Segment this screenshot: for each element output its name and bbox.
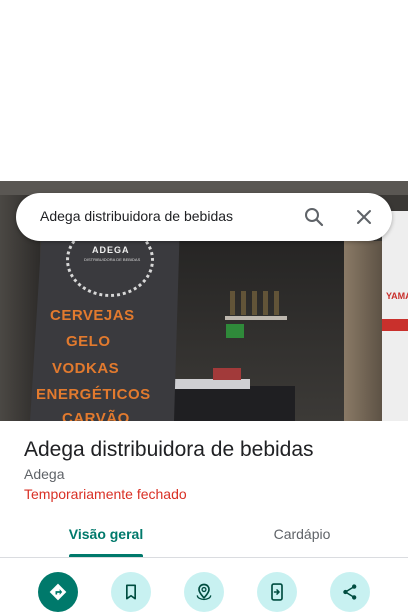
- photo-right-sign-band: [382, 319, 408, 331]
- banner-subtitle: DISTRIBUIDORA DE BEBIDAS: [84, 257, 141, 262]
- banner-line: CARVÃO: [62, 410, 130, 421]
- banner-line: GELO: [66, 333, 111, 350]
- search-icon[interactable]: [302, 205, 326, 229]
- close-icon[interactable]: [352, 205, 376, 229]
- photo-green-sign: [226, 324, 244, 338]
- banner-brand: ADEGA: [92, 245, 130, 255]
- banner-line: ENERGÉTICOS: [36, 386, 151, 403]
- nearby-icon: [196, 583, 212, 601]
- banner-line: VODKAS: [52, 360, 120, 377]
- photo-shelf: [225, 316, 287, 320]
- search-input[interactable]: Adega distribuidora de bebidas: [40, 208, 233, 224]
- photo-right-sign-text: YAMA: [386, 291, 408, 301]
- photo-red-box: [213, 368, 241, 380]
- nearby-button[interactable]: [184, 572, 224, 612]
- directions-icon: [49, 583, 67, 601]
- place-title: Adega distribuidora de bebidas: [24, 438, 314, 461]
- directions-button[interactable]: [38, 572, 78, 612]
- banner-line: CERVEJAS: [50, 307, 135, 324]
- bookmark-icon: [126, 584, 136, 600]
- photo-counter-top: [170, 379, 250, 389]
- top-blank-area: [0, 0, 408, 181]
- photo-right-sign: [382, 211, 408, 421]
- tab-overview[interactable]: Visão geral: [50, 526, 162, 542]
- search-bar[interactable]: Adega distribuidora de bebidas: [16, 193, 392, 241]
- photo-bottles: [230, 291, 282, 315]
- place-status: Temporariamente fechado: [24, 486, 187, 502]
- share-icon: [343, 584, 357, 600]
- photo-counter: [165, 386, 295, 421]
- place-category[interactable]: Adega: [24, 466, 64, 482]
- share-button[interactable]: [330, 572, 370, 612]
- send-to-phone-button[interactable]: [257, 572, 297, 612]
- photo-door-frame: [344, 241, 382, 421]
- tabs-divider: [0, 557, 408, 558]
- send-to-phone-icon: [271, 583, 283, 601]
- save-button[interactable]: [111, 572, 151, 612]
- tab-menu[interactable]: Cardápio: [246, 526, 358, 542]
